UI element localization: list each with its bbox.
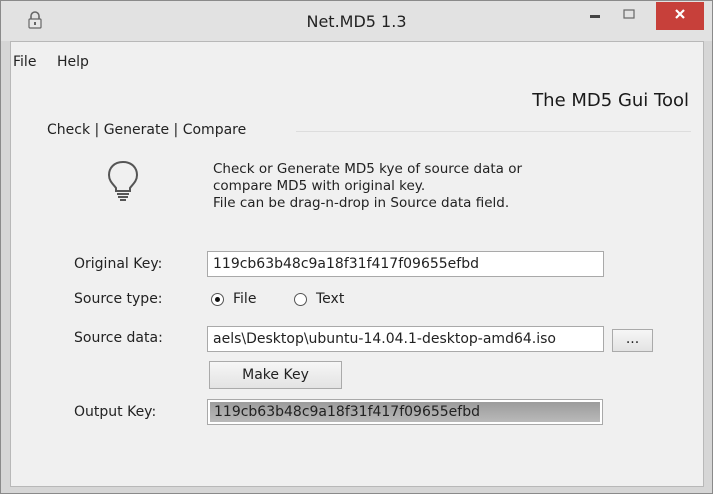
radio-selected-dot xyxy=(215,297,220,302)
browse-button[interactable]: ... xyxy=(612,329,653,352)
title-bar[interactable]: Net.MD5 1.3 xyxy=(1,1,712,41)
info-line: Check or Generate MD5 kye of source data… xyxy=(213,161,523,177)
source-type-label: Source type: xyxy=(74,291,163,307)
maximize-icon xyxy=(623,8,635,24)
menu-file[interactable]: File xyxy=(13,54,36,70)
info-text: Check or Generate MD5 kye of source data… xyxy=(213,161,522,212)
menu-help[interactable]: Help xyxy=(57,54,89,70)
original-key-field[interactable]: 119cb63b48c9a18f31f417f09655efbd xyxy=(207,251,604,277)
minimize-icon xyxy=(589,8,601,24)
source-data-label: Source data: xyxy=(74,330,163,346)
make-key-button[interactable]: Make Key xyxy=(209,361,342,389)
close-icon xyxy=(674,8,686,24)
maximize-button[interactable] xyxy=(614,2,644,30)
original-key-label: Original Key: xyxy=(74,256,163,272)
output-key-field[interactable]: 119cb63b48c9a18f31f417f09655efbd xyxy=(207,399,603,425)
info-line: File can be drag-n-drop in Source data f… xyxy=(213,195,510,211)
nav-link-check[interactable]: Check xyxy=(47,122,90,138)
output-key-value: 119cb63b48c9a18f31f417f09655efbd xyxy=(214,404,480,420)
nav-divider xyxy=(296,131,691,132)
nav-link-compare[interactable]: Compare xyxy=(183,122,247,138)
nav-link-generate[interactable]: Generate xyxy=(104,122,169,138)
nav-links: Check | Generate | Compare xyxy=(47,122,246,138)
radio-file[interactable] xyxy=(211,293,224,306)
nav-separator: | xyxy=(94,122,100,138)
radio-text[interactable] xyxy=(294,293,307,306)
radio-file-label[interactable]: File xyxy=(233,291,256,307)
main-panel: File Help The MD5 Gui Tool Check | Gener… xyxy=(10,41,704,487)
output-key-label: Output Key: xyxy=(74,404,157,420)
close-button[interactable] xyxy=(656,2,704,30)
lightbulb-icon xyxy=(107,160,139,206)
source-data-field[interactable]: aels\Desktop\ubuntu-14.04.1-desktop-amd6… xyxy=(207,326,604,352)
radio-text-label[interactable]: Text xyxy=(316,291,344,307)
brand-title: The MD5 Gui Tool xyxy=(532,90,689,111)
minimize-button[interactable] xyxy=(580,2,610,30)
app-window: Net.MD5 1.3 File Help The MD5 Gui Tool C… xyxy=(0,0,713,494)
nav-separator: | xyxy=(173,122,179,138)
info-line: compare MD5 with original key. xyxy=(213,178,426,194)
